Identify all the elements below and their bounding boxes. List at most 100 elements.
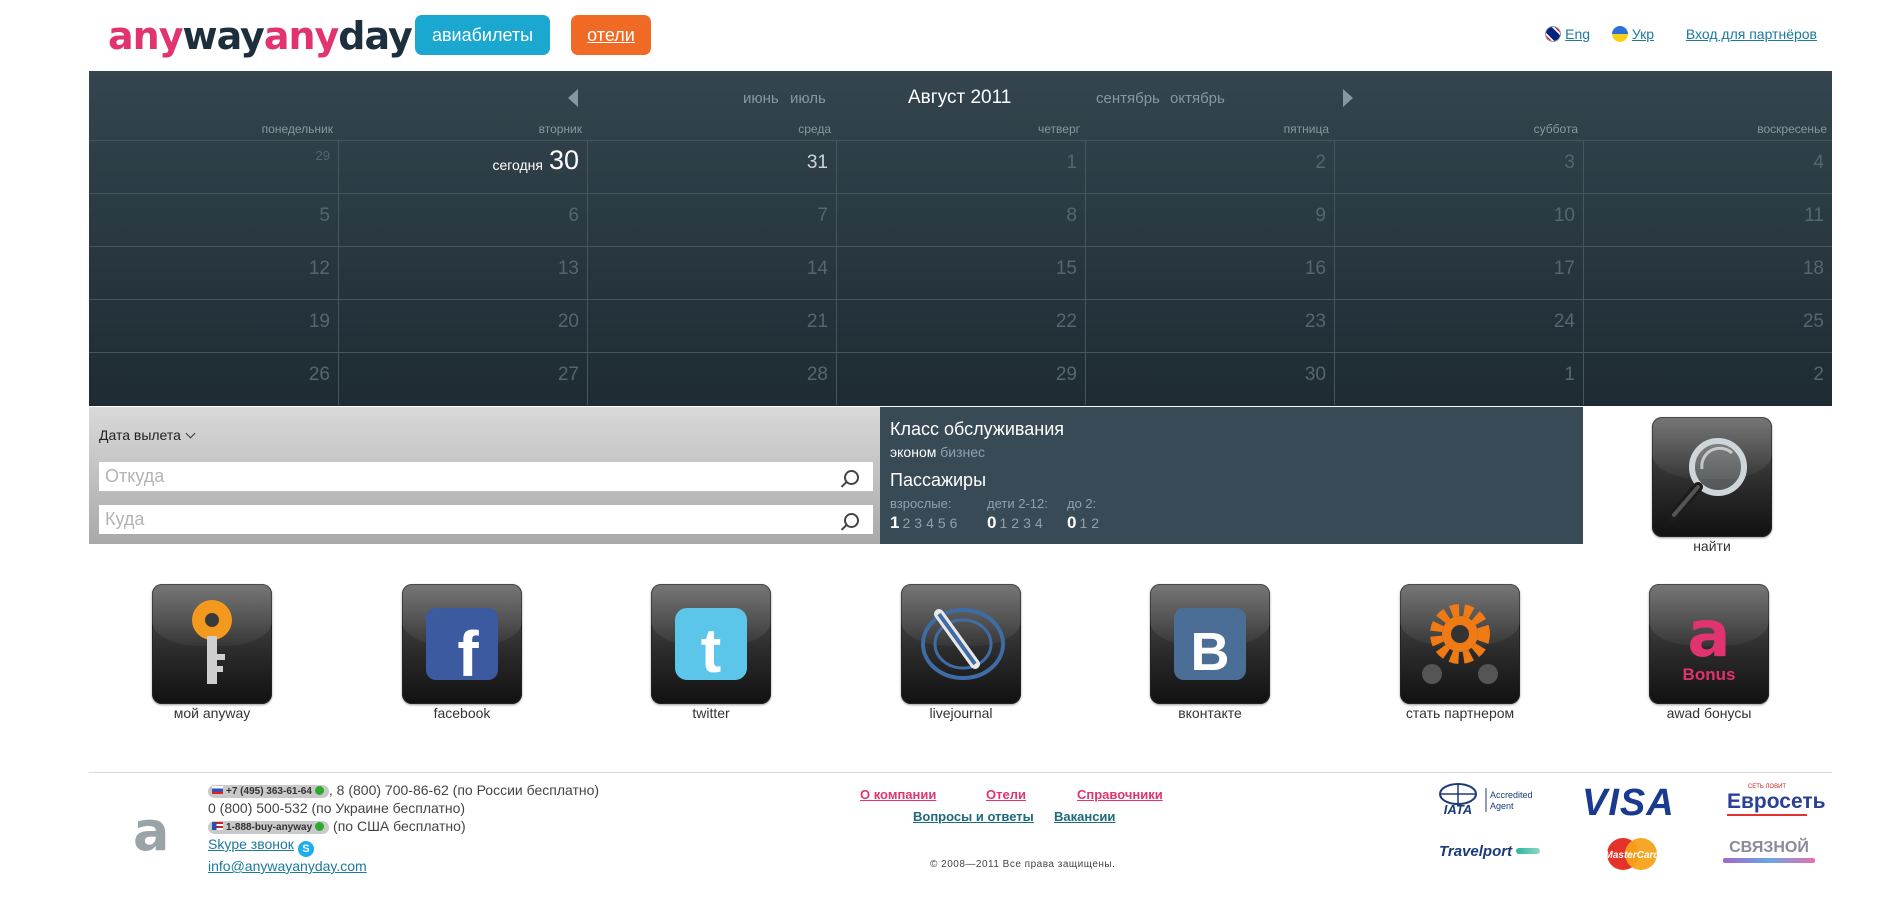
svyaznoy-logo: СВЯЗНОЙ xyxy=(1723,840,1815,863)
footer-link-company[interactable]: О компании xyxy=(860,787,936,802)
to-input[interactable] xyxy=(99,505,873,534)
month-july[interactable]: июль xyxy=(790,90,826,107)
app-tile-key[interactable] xyxy=(152,584,272,704)
from-input[interactable] xyxy=(99,462,873,491)
passenger-count-selected[interactable]: 1 xyxy=(890,513,899,532)
passenger-count-option[interactable]: 6 xyxy=(950,515,958,531)
calendar-day[interactable]: 30 xyxy=(1085,352,1334,405)
passenger-count-option[interactable]: 4 xyxy=(1035,515,1043,531)
calendar-day[interactable]: 23 xyxy=(1085,299,1334,352)
calendar-day[interactable]: 5 xyxy=(89,193,338,246)
calendar-day[interactable]: 9 xyxy=(1085,193,1334,246)
month-september[interactable]: сентябрь xyxy=(1096,90,1160,107)
calendar-day[interactable]: 13 xyxy=(338,246,587,299)
calendar-day[interactable]: 3 xyxy=(1334,140,1583,193)
calendar-day[interactable]: 8 xyxy=(836,193,1085,246)
calendar-day[interactable]: 26 xyxy=(89,352,338,405)
footer-link-hotels[interactable]: Отели xyxy=(986,787,1026,802)
search-icon[interactable] xyxy=(844,470,859,485)
passenger-count-selected[interactable]: 0 xyxy=(987,513,996,532)
calendar-day[interactable]: 28 xyxy=(587,352,836,405)
search-icon[interactable] xyxy=(844,513,859,528)
footer-link-faq[interactable]: Вопросы и ответы xyxy=(913,809,1034,824)
class-business-option[interactable]: бизнес xyxy=(940,444,985,460)
calendar-day[interactable]: 10 xyxy=(1334,193,1583,246)
lang-ukr-link[interactable]: Укр xyxy=(1632,26,1654,42)
children-label: дети 2-12: xyxy=(987,496,1048,511)
passenger-count-option[interactable]: 3 xyxy=(1023,515,1031,531)
lang-eng-link[interactable]: Eng xyxy=(1565,26,1590,42)
app-tile-label[interactable]: мой anyway xyxy=(112,705,312,721)
calendar-day[interactable]: 14 xyxy=(587,246,836,299)
calendar-day[interactable]: 2 xyxy=(1583,352,1832,405)
month-october[interactable]: октябрь xyxy=(1170,90,1225,107)
calendar-day[interactable]: 7 xyxy=(587,193,836,246)
calendar-day[interactable]: 21 xyxy=(587,299,836,352)
find-button[interactable] xyxy=(1652,417,1772,537)
logo[interactable]: anywayanyday xyxy=(108,14,413,58)
passenger-count-selected[interactable]: 0 xyxy=(1067,513,1076,532)
calendar-day[interactable]: 11 xyxy=(1583,193,1832,246)
skype-icon[interactable]: S xyxy=(297,841,314,857)
passenger-count-option[interactable]: 2 xyxy=(1091,515,1099,531)
day-number: 11 xyxy=(1804,205,1824,226)
tab-hotels[interactable]: отели xyxy=(571,15,651,55)
app-tile-twitter[interactable]: t xyxy=(651,584,771,704)
app-tile-gear[interactable] xyxy=(1400,584,1520,704)
calendar-day[interactable]: сегодня 30 xyxy=(338,140,587,193)
calendar-day[interactable]: 20 xyxy=(338,299,587,352)
departure-date-dropdown[interactable]: Дата вылета xyxy=(99,427,196,443)
calendar-day[interactable]: 27 xyxy=(338,352,587,405)
calendar-day[interactable]: 25 xyxy=(1583,299,1832,352)
partner-login-link[interactable]: Вход для партнёров xyxy=(1686,26,1817,42)
calendar-day[interactable]: 29 xyxy=(836,352,1085,405)
skype-link[interactable]: Skype звонок xyxy=(208,836,294,852)
app-tile-bonus[interactable]: a Bonus xyxy=(1649,584,1769,704)
calendar-day[interactable]: 29 xyxy=(89,140,338,193)
app-tile-label[interactable]: livejournal xyxy=(861,705,1061,721)
app-tile-label[interactable]: awad бонусы xyxy=(1609,705,1809,721)
phone-ukraine: 0 (800) 500-532 (по Украине бесплатно) xyxy=(208,800,466,816)
day-number: 14 xyxy=(806,258,828,279)
phone-badge-usa[interactable]: 1-888-buy-anyway xyxy=(208,821,330,834)
calendar-day[interactable]: 22 xyxy=(836,299,1085,352)
passenger-count-option[interactable]: 2 xyxy=(902,515,910,531)
tab-flights[interactable]: авиабилеты xyxy=(415,15,550,55)
app-tile-label[interactable]: стать партнером xyxy=(1360,705,1560,721)
passenger-count-option[interactable]: 5 xyxy=(938,515,946,531)
magnifier-icon xyxy=(1667,438,1747,522)
email-link[interactable]: info@anywayanyday.com xyxy=(208,858,367,874)
app-tile-facebook[interactable]: f xyxy=(402,584,522,704)
phone-badge-russia[interactable]: +7 (495) 363-61-64 xyxy=(208,785,329,798)
next-month-arrow-icon[interactable] xyxy=(1343,89,1353,107)
app-tile-label[interactable]: facebook xyxy=(362,705,562,721)
calendar-day[interactable]: 31 xyxy=(587,140,836,193)
calendar-day[interactable]: 2 xyxy=(1085,140,1334,193)
app-tile-label[interactable]: twitter xyxy=(611,705,811,721)
app-tile-vkontakte[interactable]: B xyxy=(1150,584,1270,704)
footer-link-jobs[interactable]: Вакансии xyxy=(1054,809,1115,824)
prev-month-arrow-icon[interactable] xyxy=(568,89,578,107)
calendar-day[interactable]: 19 xyxy=(89,299,338,352)
calendar-day[interactable]: 15 xyxy=(836,246,1085,299)
passenger-count-option[interactable]: 2 xyxy=(1011,515,1019,531)
calendar-day[interactable]: 1 xyxy=(836,140,1085,193)
calendar-day[interactable]: 4 xyxy=(1583,140,1832,193)
calendar-day[interactable]: 1 xyxy=(1334,352,1583,405)
app-tile-label[interactable]: вконтакте xyxy=(1110,705,1310,721)
passenger-count-option[interactable]: 3 xyxy=(914,515,922,531)
app-tile-livejournal[interactable] xyxy=(901,584,1021,704)
month-june[interactable]: июнь xyxy=(743,90,779,107)
calendar-day[interactable]: 16 xyxy=(1085,246,1334,299)
passenger-count-option[interactable]: 4 xyxy=(926,515,934,531)
calendar-day[interactable]: 17 xyxy=(1334,246,1583,299)
class-economy-option[interactable]: эконом xyxy=(890,444,936,460)
calendar-day[interactable]: 6 xyxy=(338,193,587,246)
passenger-count-option[interactable]: 1 xyxy=(1079,515,1087,531)
calendar-day[interactable]: 24 xyxy=(1334,299,1583,352)
calendar-day[interactable]: 18 xyxy=(1583,246,1832,299)
calendar-day[interactable]: 12 xyxy=(89,246,338,299)
day-number: 9 xyxy=(1315,205,1326,226)
footer-link-reference[interactable]: Справочники xyxy=(1077,787,1163,802)
passenger-count-option[interactable]: 1 xyxy=(999,515,1007,531)
